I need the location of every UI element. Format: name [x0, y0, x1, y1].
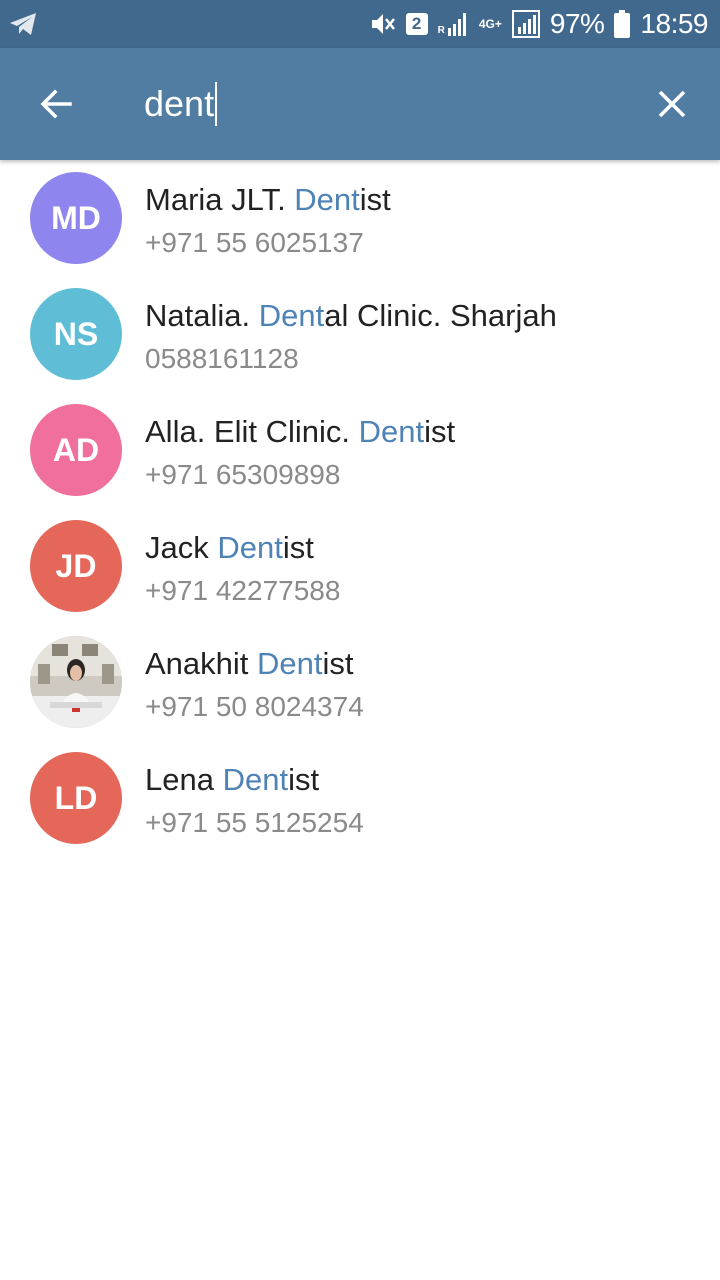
contact-phone: +971 65309898	[145, 459, 341, 490]
cell-signal-icon	[511, 10, 540, 38]
name-text: Anakhit	[145, 646, 258, 681]
telegram-icon	[8, 11, 38, 37]
name-text: ist	[424, 414, 456, 449]
contact-name: Alla. Elit Clinic. Dentist	[145, 414, 455, 450]
contact-name: Lena Dentist	[145, 762, 319, 798]
sim-slot-badge: 2	[405, 13, 428, 35]
search-input-value: dent	[144, 83, 215, 124]
list-item[interactable]: AD Alla. Elit Clinic. Dentist +971 65309…	[0, 392, 720, 508]
list-item[interactable]: Anakhit Dentist +971 50 8024374	[0, 624, 720, 740]
name-match-highlight: Dent	[257, 646, 323, 681]
search-input[interactable]: dent	[144, 78, 624, 130]
contact-name: Anakhit Dentist	[145, 646, 354, 682]
contact-name: Natalia. Dental Clinic. Sharjah	[145, 298, 557, 334]
clock: 18:59	[640, 8, 708, 39]
battery-percent: 97%	[549, 8, 605, 39]
contact-name: Jack Dentist	[145, 530, 314, 566]
search-toolbar: dent	[0, 48, 720, 160]
contact-phone: +971 42277588	[145, 575, 341, 606]
status-bar: 2 R 4G+ 97% 18:59	[0, 0, 720, 48]
profile-photo-icon	[30, 636, 122, 728]
avatar: NS	[30, 288, 122, 380]
name-match-highlight: Dent	[217, 530, 283, 565]
list-item[interactable]: NS Natalia. Dental Clinic. Sharjah 05881…	[0, 276, 720, 392]
arrow-left-icon	[40, 89, 72, 119]
list-item[interactable]: MD Maria JLT. Dentist +971 55 6025137	[0, 160, 720, 276]
contact-phone: +971 55 5125254	[145, 807, 364, 838]
name-match-highlight: Dent	[358, 414, 425, 449]
mute-icon	[368, 10, 396, 38]
contact-name: Maria JLT. Dentist	[145, 182, 391, 218]
avatar: JD	[30, 520, 122, 612]
avatar: AD	[30, 404, 122, 496]
name-match-highlight: Dent	[294, 182, 360, 217]
name-match-highlight: Dent	[258, 298, 325, 333]
name-text: Jack	[145, 530, 218, 565]
name-text: ist	[282, 530, 314, 565]
close-icon	[658, 90, 686, 118]
name-text: ist	[288, 762, 320, 797]
battery-icon	[614, 10, 631, 38]
list-item[interactable]: LD Lena Dentist +971 55 5125254	[0, 740, 720, 856]
back-button[interactable]	[20, 70, 92, 138]
name-text: ist	[359, 182, 391, 217]
name-match-highlight: Dent	[222, 762, 289, 797]
name-text: al Clinic. Sharjah	[324, 298, 557, 333]
clear-search-button[interactable]	[636, 70, 708, 138]
name-text: Lena	[145, 762, 223, 797]
contact-phone: 0588161128	[145, 343, 299, 374]
contact-phone: +971 50 8024374	[145, 691, 364, 722]
avatar-photo	[30, 636, 122, 728]
network-type: 4G+	[478, 17, 502, 31]
avatar: MD	[30, 172, 122, 264]
contact-phone: +971 55 6025137	[145, 227, 364, 258]
roaming-indicator: R	[437, 25, 445, 36]
avatar: LD	[30, 752, 122, 844]
search-results-list: MD Maria JLT. Dentist +971 55 6025137 NS…	[0, 160, 720, 856]
name-text: Alla. Elit Clinic.	[145, 414, 359, 449]
name-text: Maria JLT.	[145, 182, 295, 217]
name-text: Natalia.	[145, 298, 259, 333]
signal-icon: R	[438, 12, 469, 36]
list-item[interactable]: JD Jack Dentist +971 42277588	[0, 508, 720, 624]
name-text: ist	[322, 646, 354, 681]
text-caret	[215, 82, 218, 126]
